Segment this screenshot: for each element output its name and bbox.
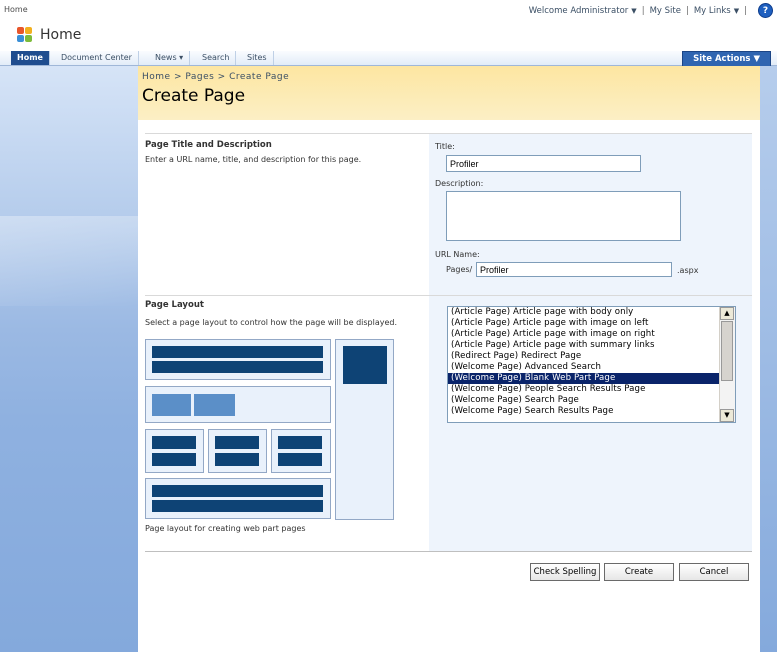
- description-label: Description:: [435, 179, 484, 188]
- tab-home[interactable]: Home: [11, 51, 50, 65]
- divider: [145, 551, 752, 552]
- global-breadcrumb[interactable]: Home: [4, 5, 28, 14]
- scroll-down-icon[interactable]: ▼: [720, 409, 734, 422]
- chevron-down-icon: ▼: [631, 6, 637, 15]
- tab-sites[interactable]: Sites: [241, 51, 274, 65]
- welcome-menu[interactable]: Welcome Administrator ▼: [529, 6, 637, 16]
- title-input[interactable]: [446, 155, 641, 172]
- page-layout-option[interactable]: (Welcome Page) Advanced Search: [448, 362, 735, 373]
- my-links-menu[interactable]: My Links ▼: [694, 6, 739, 16]
- breadcrumb[interactable]: Home > Pages > Create Page: [142, 72, 289, 82]
- page-header: Home > Pages > Create Page Create Page: [138, 66, 760, 121]
- title-label: Title:: [435, 142, 455, 151]
- welcome-label: Welcome Administrator: [528, 5, 629, 16]
- separator: |: [641, 5, 645, 16]
- tab-news[interactable]: News ▾: [149, 51, 191, 65]
- section-desc-page-title: Enter a URL name, title, and description…: [145, 155, 362, 164]
- my-links-label: My Links: [693, 5, 731, 16]
- user-links: Welcome Administrator ▼ | My Site | My Li…: [529, 3, 773, 18]
- create-button[interactable]: Create: [604, 563, 674, 581]
- url-prefix: Pages/: [446, 265, 473, 274]
- help-icon[interactable]: ?: [758, 3, 773, 18]
- url-suffix: .aspx: [677, 266, 699, 275]
- url-name-label: URL Name:: [435, 250, 480, 259]
- tab-document-center[interactable]: Document Center: [55, 51, 139, 65]
- site-logo-icon: [17, 27, 35, 43]
- page-layout-option[interactable]: (Article Page) Article page with summary…: [448, 340, 735, 351]
- section-title-page-layout: Page Layout: [145, 300, 204, 310]
- right-border: [760, 66, 777, 652]
- page-layout-option[interactable]: (Redirect Page) Redirect Page: [448, 351, 735, 362]
- page-layout-option[interactable]: (Welcome Page) Search Page: [448, 395, 735, 406]
- scrollbar-thumb[interactable]: [721, 321, 733, 381]
- page-layout-option[interactable]: (Welcome Page) Blank Web Part Page: [448, 373, 735, 384]
- layout-preview-caption: Page layout for creating web part pages: [145, 524, 306, 533]
- separator: |: [685, 5, 689, 16]
- page-layout-listbox[interactable]: (Article Page) Article page with body on…: [447, 306, 736, 423]
- top-utility-bar: Home Welcome Administrator ▼ | My Site | …: [0, 0, 777, 20]
- my-site-link[interactable]: My Site: [650, 6, 681, 16]
- top-nav-tabs: Home Document Center News ▾ Search Sites: [0, 51, 777, 66]
- page-layout-option[interactable]: (Article Page) Article page with body on…: [448, 307, 735, 318]
- page-layout-option[interactable]: (Article Page) Article page with image o…: [448, 318, 735, 329]
- tab-search[interactable]: Search: [196, 51, 237, 65]
- scroll-up-icon[interactable]: ▲: [720, 307, 734, 320]
- site-title-bar: Home: [0, 21, 777, 51]
- section-title-page-title: Page Title and Description: [145, 140, 272, 150]
- section-desc-page-layout: Select a page layout to control how the …: [145, 318, 398, 327]
- page-layout-option[interactable]: (Article Page) Article page with image o…: [448, 329, 735, 340]
- left-navigation: [0, 66, 138, 652]
- page-layout-option[interactable]: (Welcome Page) Search Results Page: [448, 406, 735, 417]
- cancel-button[interactable]: Cancel: [679, 563, 749, 581]
- url-name-input[interactable]: [476, 262, 672, 277]
- site-title[interactable]: Home: [40, 27, 81, 43]
- page-layout-option[interactable]: (Welcome Page) People Search Results Pag…: [448, 384, 735, 395]
- separator: |: [744, 5, 747, 16]
- description-textarea[interactable]: [446, 191, 681, 241]
- check-spelling-button[interactable]: Check Spelling: [530, 563, 600, 581]
- listbox-scrollbar[interactable]: ▲ ▼: [719, 307, 735, 422]
- page-title: Create Page: [142, 86, 246, 106]
- site-actions-menu[interactable]: Site Actions ▼: [682, 51, 771, 67]
- page-layout-options: (Article Page) Article page with body on…: [448, 307, 735, 417]
- chevron-down-icon: ▼: [733, 6, 740, 15]
